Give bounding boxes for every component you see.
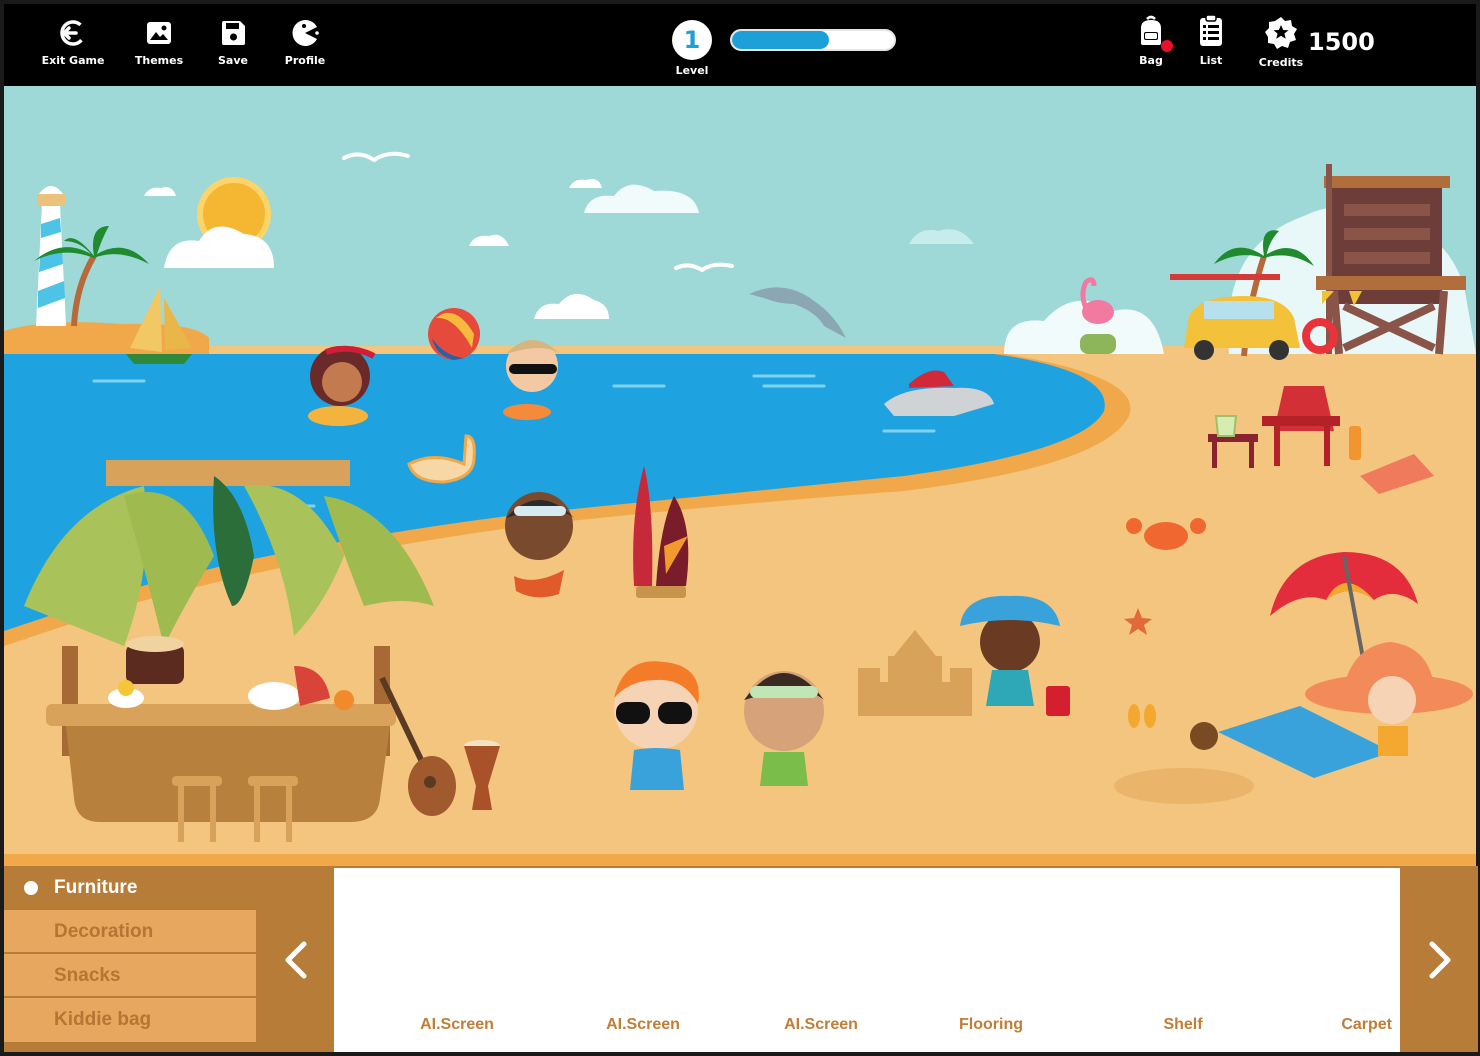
sand-bucket: [1046, 686, 1070, 716]
item-card[interactable]: Flooring: [906, 868, 1076, 1052]
beach-scene: [4, 86, 1476, 866]
item-label: Shelf: [1163, 1016, 1203, 1033]
item-carousel: AI.Screen AI.Screen AI.Screen Flooring S…: [334, 868, 1400, 1052]
profile-label: Profile: [284, 54, 326, 67]
chevron-left-icon: [285, 941, 307, 979]
level-label: Level: [675, 64, 709, 77]
category-label: Snacks: [54, 965, 121, 986]
inventory-panel: Furniture Decoration Snacks Kiddie bag A…: [4, 866, 1478, 1052]
item-card[interactable]: Shelf: [1098, 868, 1268, 1052]
coconut-drink: [1190, 722, 1218, 750]
category-kiddie-bag[interactable]: Kiddie bag: [4, 998, 256, 1042]
credits-value: 1500: [1308, 28, 1375, 56]
image-icon: [147, 22, 171, 44]
star-badge-icon: [1265, 17, 1297, 49]
item-card[interactable]: AI.Screen: [372, 868, 542, 1052]
item-label: Carpet: [1341, 1016, 1392, 1033]
level-progress-bar: [730, 29, 896, 51]
category-label: Kiddie bag: [54, 1009, 152, 1030]
category-snacks[interactable]: Snacks: [4, 954, 256, 998]
top-toolbar: Exit Game Themes Save Profile 1 Level Ba…: [4, 4, 1476, 86]
sand-mound: [1114, 768, 1254, 804]
level-badge: 1: [672, 20, 712, 60]
beach-ball: [428, 308, 480, 360]
clipboard-icon: [1200, 14, 1222, 46]
game-window: Exit Game Themes Save Profile 1 Level Ba…: [0, 0, 1480, 1056]
active-category-dot: [24, 881, 38, 895]
level-progress-fill: [732, 31, 830, 49]
category-decoration[interactable]: Decoration: [4, 910, 256, 954]
category-list: Furniture Decoration Snacks Kiddie bag: [4, 866, 256, 1052]
profile-button[interactable]: Profile: [260, 18, 350, 67]
category-label: Furniture: [54, 877, 138, 898]
scroll-left-button[interactable]: [258, 866, 334, 1052]
exit-game-label: Exit Game: [41, 54, 105, 67]
item-label: Flooring: [959, 1016, 1023, 1033]
item-card[interactable]: Carpet: [1280, 868, 1396, 1052]
item-label: AI.Screen: [606, 1016, 680, 1033]
scroll-right-button[interactable]: [1402, 866, 1478, 1052]
exit-game-button[interactable]: Exit Game: [28, 18, 118, 67]
item-label: AI.Screen: [420, 1016, 494, 1033]
chevron-right-icon: [1429, 941, 1451, 979]
pacman-icon: [292, 20, 319, 47]
exit-icon: [60, 20, 86, 46]
item-label: AI.Screen: [784, 1016, 858, 1033]
item-card[interactable]: AI.Screen: [736, 868, 906, 1052]
item-card[interactable]: AI.Screen: [558, 868, 728, 1052]
credits-label: Credits: [1258, 56, 1304, 69]
category-furniture[interactable]: Furniture: [4, 866, 256, 910]
save-icon: [222, 21, 245, 45]
category-label: Decoration: [54, 921, 154, 942]
